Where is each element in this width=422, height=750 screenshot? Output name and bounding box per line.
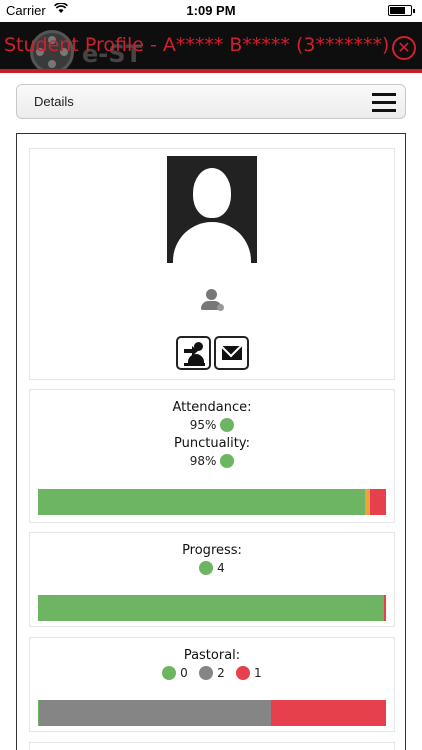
next-card [29, 742, 395, 750]
progress-bar-concern [384, 595, 386, 621]
pastoral-positive-count: 0 [180, 666, 188, 680]
pastoral-neutral-count: 2 [217, 666, 225, 680]
progress-card: Progress: 4 [29, 532, 395, 627]
pastoral-bar [38, 700, 386, 726]
login-as-user-icon [184, 342, 205, 366]
pastoral-card: Pastoral: 0 2 1 [29, 637, 395, 732]
attendance-card: Attendance: 95% Punctuality: 98% [29, 389, 395, 523]
student-photo [167, 156, 257, 263]
pastoral-negative-dot [236, 666, 251, 680]
hamburger-menu-icon[interactable] [372, 93, 396, 112]
attendance-bar-absent [370, 489, 386, 515]
attendance-value-row: 95% [30, 418, 394, 432]
pastoral-label: Pastoral: [183, 648, 241, 663]
profile-card [29, 148, 395, 380]
status-bar: Carrier 1:09 PM [0, 0, 422, 22]
page-title: Student Profile - A***** B***** (3******… [4, 34, 390, 56]
email-button[interactable] [214, 336, 249, 370]
attendance-bar [38, 489, 386, 515]
app-header: e-ST Student Profile - A***** B***** (3*… [0, 22, 422, 73]
punctuality-label: Punctuality: [174, 436, 250, 451]
page: Carrier 1:09 PM e-ST Student Profile - A… [0, 0, 422, 750]
user-silhouette-icon [193, 168, 231, 218]
attendance-status-dot [220, 418, 235, 432]
login-as-user-button[interactable] [176, 336, 211, 370]
punctuality-value-row: 98% [30, 454, 394, 468]
details-dropdown[interactable]: Details [16, 84, 406, 119]
envelope-icon [222, 346, 242, 360]
details-label: Details [34, 94, 74, 109]
progress-value-row: 4 [30, 561, 394, 575]
progress-value: 4 [217, 561, 225, 575]
pastoral-counts: 0 2 1 [30, 666, 394, 680]
attendance-bar-present [38, 489, 366, 515]
progress-bar [38, 595, 386, 621]
close-icon[interactable]: ✕ [392, 36, 416, 60]
attendance-label: Attendance: [172, 400, 252, 415]
clock: 1:09 PM [186, 3, 236, 18]
pastoral-bar-neutral [39, 700, 272, 726]
pastoral-bar-negative [271, 700, 386, 726]
attendance-value: 95% [189, 418, 217, 432]
punctuality-value: 98% [189, 454, 217, 468]
progress-bar-good [38, 595, 385, 621]
progress-label: Progress: [182, 543, 242, 558]
pastoral-neutral-dot [199, 666, 214, 680]
pastoral-positive-dot [162, 666, 177, 680]
progress-status-dot [199, 561, 214, 575]
profile-panel: Attendance: 95% Punctuality: 98% Progres… [16, 133, 406, 750]
punctuality-status-dot [220, 454, 235, 468]
battery-icon [388, 5, 415, 16]
user-icon [200, 289, 226, 315]
pastoral-negative-count: 1 [254, 666, 262, 680]
